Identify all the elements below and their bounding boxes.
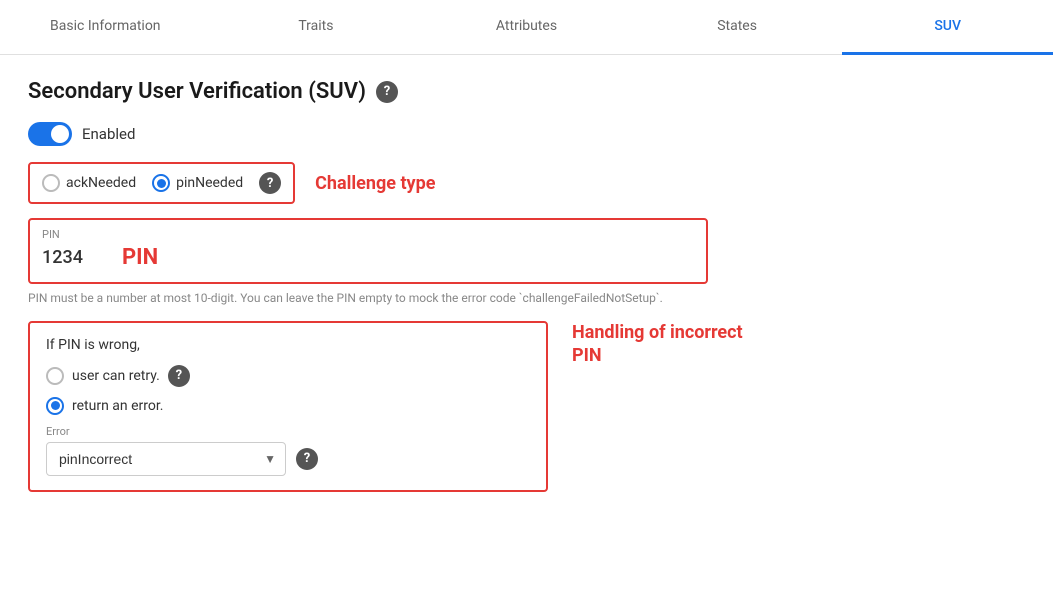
tab-basic-information[interactable]: Basic Information [0,0,211,55]
error-help-icon[interactable]: ? [296,448,318,470]
radio-error-label: return an error. [72,398,163,414]
content-area: Secondary User Verification (SUV) ? Enab… [0,55,1053,601]
radio-error-circle [46,397,64,415]
pin-field-label: PIN [42,228,694,241]
error-dropdown[interactable]: pinIncorrect pinExpired pinBlocked [46,442,286,476]
radio-error[interactable] [46,397,64,415]
handling-annotation: Handling of incorrect PIN [572,321,752,368]
radio-retry-circle [46,367,64,385]
radio-ack-needed-circle [42,174,60,192]
enabled-toggle[interactable] [28,122,72,146]
error-dropdown-section: Error pinIncorrect pinExpired pinBlocked… [46,425,530,476]
radio-pin-needed-label: pinNeeded [176,175,243,191]
radio-retry[interactable] [46,367,64,385]
tab-attributes[interactable]: Attributes [421,0,632,55]
challenge-type-box: ackNeeded pinNeeded ? [28,162,295,204]
pin-value[interactable]: 1234 [42,247,102,268]
error-dropdown-wrapper: pinIncorrect pinExpired pinBlocked ▼ [46,442,286,476]
radio-retry-row: user can retry. ? [46,365,530,387]
pin-display-row: 1234 PIN [42,245,694,270]
tab-suv[interactable]: SUV [842,0,1053,55]
radio-ack-needed[interactable]: ackNeeded [42,174,136,192]
challenge-type-row: ackNeeded pinNeeded ? Challenge type [28,162,1025,204]
page-title-row: Secondary User Verification (SUV) ? [28,79,1025,104]
tab-bar: Basic Information Traits Attributes Stat… [0,0,1053,55]
enabled-label: Enabled [82,125,135,143]
pin-annotation: PIN [122,245,158,270]
challenge-type-help-icon[interactable]: ? [259,172,281,194]
radio-pin-needed[interactable]: pinNeeded [152,174,243,192]
radio-error-row: return an error. [46,397,530,415]
page-help-icon[interactable]: ? [376,81,398,103]
incorrect-pin-box: If PIN is wrong, user can retry. ? retur… [28,321,548,492]
incorrect-pin-title: If PIN is wrong, [46,337,530,353]
radio-retry-label: user can retry. [72,368,160,384]
error-dropdown-row: pinIncorrect pinExpired pinBlocked ▼ ? [46,442,530,476]
pin-hint: PIN must be a number at most 10-digit. Y… [28,290,1025,307]
retry-help-icon[interactable]: ? [168,365,190,387]
incorrect-pin-row: If PIN is wrong, user can retry. ? retur… [28,321,1025,492]
radio-pin-needed-circle [152,174,170,192]
pin-box: PIN 1234 PIN [28,218,708,284]
main-container: Basic Information Traits Attributes Stat… [0,0,1053,601]
enabled-toggle-row: Enabled [28,122,1025,146]
tab-states[interactable]: States [632,0,843,55]
radio-ack-needed-label: ackNeeded [66,175,136,191]
tab-traits[interactable]: Traits [211,0,422,55]
error-dropdown-label: Error [46,425,530,438]
page-title-text: Secondary User Verification (SUV) [28,79,366,104]
challenge-type-annotation: Challenge type [315,173,435,194]
pin-section: PIN 1234 PIN PIN must be a number at mos… [28,218,1025,307]
